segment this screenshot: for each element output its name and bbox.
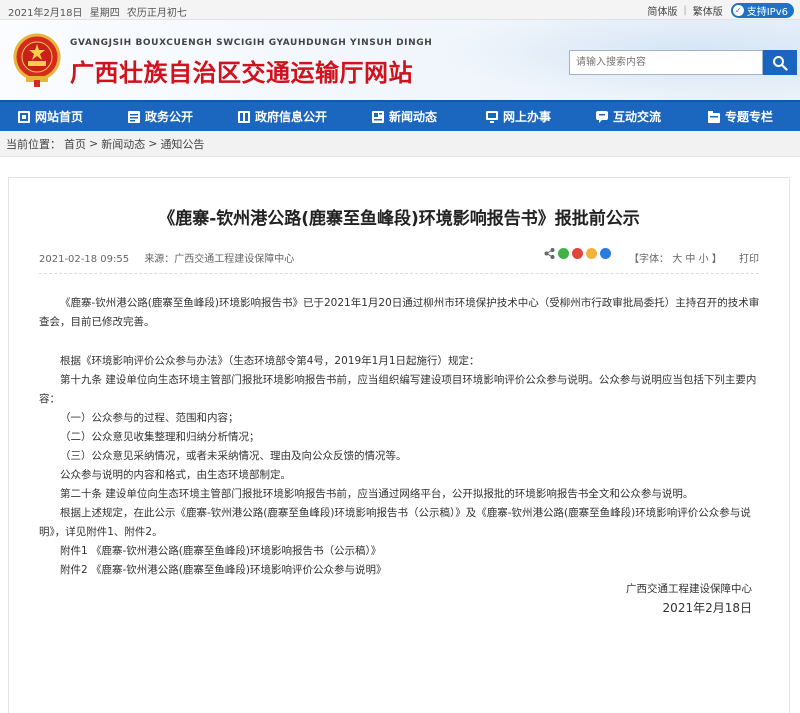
national-emblem-icon: [13, 33, 61, 87]
site-subtitle: GVANGJSIH BOUXCUENGH SWCIGIH GYAUHDUNGH …: [70, 38, 433, 48]
document-icon: [128, 110, 140, 123]
nav-interaction[interactable]: 互动交流: [578, 102, 690, 131]
breadcrumb-news[interactable]: 新闻动态: [101, 136, 145, 152]
info-icon: [238, 110, 250, 123]
date-info: 2021年2月18日 星期四 农历正月初七: [8, 4, 191, 19]
nav-label: 互动交流: [613, 110, 662, 124]
qzone-icon[interactable]: [586, 248, 597, 259]
article-title: 《鹿寨-钦州港公路(鹿寨至鱼峰段)环境影响报告书》报批前公示: [158, 209, 640, 229]
current-date: 2021年2月18日: [8, 8, 83, 19]
attachment-link-2[interactable]: 附件2 《鹿寨-钦州港公路(鹿寨至鱼峰段)环境影响评价公众参与说明》: [39, 561, 764, 580]
signature-date: 2021年2月18日: [662, 601, 752, 615]
paragraph: （二）公众意见收集整理和归纳分析情况；: [60, 431, 260, 443]
search-button[interactable]: [763, 50, 797, 75]
nav-label: 专题专栏: [725, 110, 774, 124]
font-size-label: 【字体：: [629, 254, 669, 265]
nav-label: 政府信息公开: [255, 110, 328, 124]
nav-label: 政务公开: [145, 110, 194, 124]
weibo-icon[interactable]: [572, 248, 583, 259]
monitor-icon: [486, 110, 498, 123]
font-size-end: 】: [711, 254, 722, 265]
weekday: 星期四: [89, 8, 120, 19]
paragraph: 根据上述规定，在此公示《鹿寨-钦州港公路(鹿寨至鱼峰段)环境影响报告书（公示稿）…: [39, 507, 751, 538]
meta-divider: [39, 273, 759, 274]
nav-online-service[interactable]: 网上办事: [468, 102, 578, 131]
top-links: 简体版 | 繁体版 ✓ 支持IPv6: [641, 2, 794, 18]
breadcrumb-sep: >: [148, 137, 158, 150]
article-meta: 2021-02-18 09:55 来源：广西交通工程建设保障中心: [39, 250, 306, 265]
paragraph: 《鹿寨-钦州港公路(鹿寨至鱼峰段)环境影响报告书》已于2021年1月20日通过柳…: [39, 297, 760, 328]
traditional-link[interactable]: 繁体版: [693, 3, 723, 18]
article-source: 来源：广西交通工程建设保障中心: [144, 254, 295, 265]
qq-icon[interactable]: [600, 248, 611, 259]
paragraph: 公众参与说明的内容和格式，由生态环境部制定。: [60, 469, 291, 481]
font-size-control: 【字体： 大 中 小 】: [629, 250, 722, 265]
ipv6-badge[interactable]: ✓ 支持IPv6: [730, 2, 794, 18]
breadcrumb-sep: >: [89, 137, 99, 150]
paragraph: 根据《环境影响评价公众参与办法》（生态环境部令第4号，2019年1月1日起施行）…: [60, 355, 480, 367]
wechat-icon[interactable]: [558, 248, 569, 259]
nav-label: 网站首页: [35, 110, 84, 124]
search-icon: [773, 55, 788, 71]
nav-news[interactable]: 新闻动态: [354, 102, 468, 131]
home-icon: [18, 110, 30, 123]
nav-gov-info[interactable]: 政府信息公开: [220, 102, 354, 131]
search-input[interactable]: [569, 50, 763, 75]
font-size-small[interactable]: 小: [699, 254, 709, 265]
signature: 广西交通工程建设保障中心: [626, 583, 752, 595]
print-button[interactable]: 打印: [739, 250, 759, 265]
lunar-date: 农历正月初七: [126, 8, 187, 19]
ipv6-label: 支持IPv6: [746, 6, 788, 18]
nav-government-affairs[interactable]: 政务公开: [110, 102, 220, 131]
top-bar: 2021年2月18日 星期四 农历正月初七 简体版 | 繁体版 ✓ 支持IPv6: [0, 0, 800, 20]
breadcrumb-notices[interactable]: 通知公告: [160, 136, 204, 152]
share-bar: [544, 248, 614, 259]
paragraph: 第十九条 建设单位向生态环境主管部门报批环境影响报告书前，应当组织编写建设项目环…: [39, 374, 757, 405]
ipv6-icon: ✓: [732, 4, 744, 16]
publish-time: 2021-02-18 09:55: [39, 254, 130, 265]
simplified-link[interactable]: 简体版: [647, 3, 677, 18]
nav-special-topics[interactable]: 专题专栏: [690, 102, 800, 131]
site-header: GVANGJSIH BOUXCUENGH SWCIGIH GYAUHDUNGH …: [0, 20, 800, 100]
attachment-link-1[interactable]: 附件1 《鹿寨-钦州港公路(鹿寨至鱼峰段)环境影响报告书（公示稿）》: [39, 542, 764, 561]
folder-icon: [708, 110, 720, 123]
chat-icon: [596, 110, 608, 123]
nav-home[interactable]: 网站首页: [0, 102, 110, 131]
article-body: 《鹿寨-钦州港公路(鹿寨至鱼峰段)环境影响报告书》已于2021年1月20日通过柳…: [39, 294, 764, 618]
breadcrumb: 当前位置： 首页 > 新闻动态 > 通知公告: [0, 131, 800, 157]
paragraph: （三）公众意见采纳情况，或者未采纳情况、理由及向公众反馈的情况等。: [60, 450, 407, 462]
paragraph: 第二十条 建设单位向生态环境主管部门报批环境影响报告书前，应当通过网络平台，公开…: [60, 488, 694, 500]
main-nav: 网站首页 政务公开 政府信息公开 新闻动态 网上办事 互动交流 专题专栏: [0, 100, 800, 131]
share-icon[interactable]: [544, 248, 555, 259]
site-title[interactable]: 广西壮族自治区交通运输厅网站: [70, 53, 413, 88]
breadcrumb-home[interactable]: 首页: [64, 136, 86, 152]
news-icon: [372, 110, 384, 123]
paragraph: （一）公众参与的过程、范围和内容；: [60, 412, 239, 424]
font-size-large[interactable]: 大: [672, 254, 682, 265]
nav-label: 网上办事: [503, 110, 552, 124]
font-size-medium[interactable]: 中: [685, 254, 695, 265]
nav-label: 新闻动态: [389, 110, 438, 124]
breadcrumb-prefix: 当前位置：: [6, 137, 61, 151]
article-panel: 《鹿寨-钦州港公路(鹿寨至鱼峰段)环境影响报告书》报批前公示 2021-02-1…: [8, 177, 790, 713]
separator: |: [683, 4, 687, 16]
